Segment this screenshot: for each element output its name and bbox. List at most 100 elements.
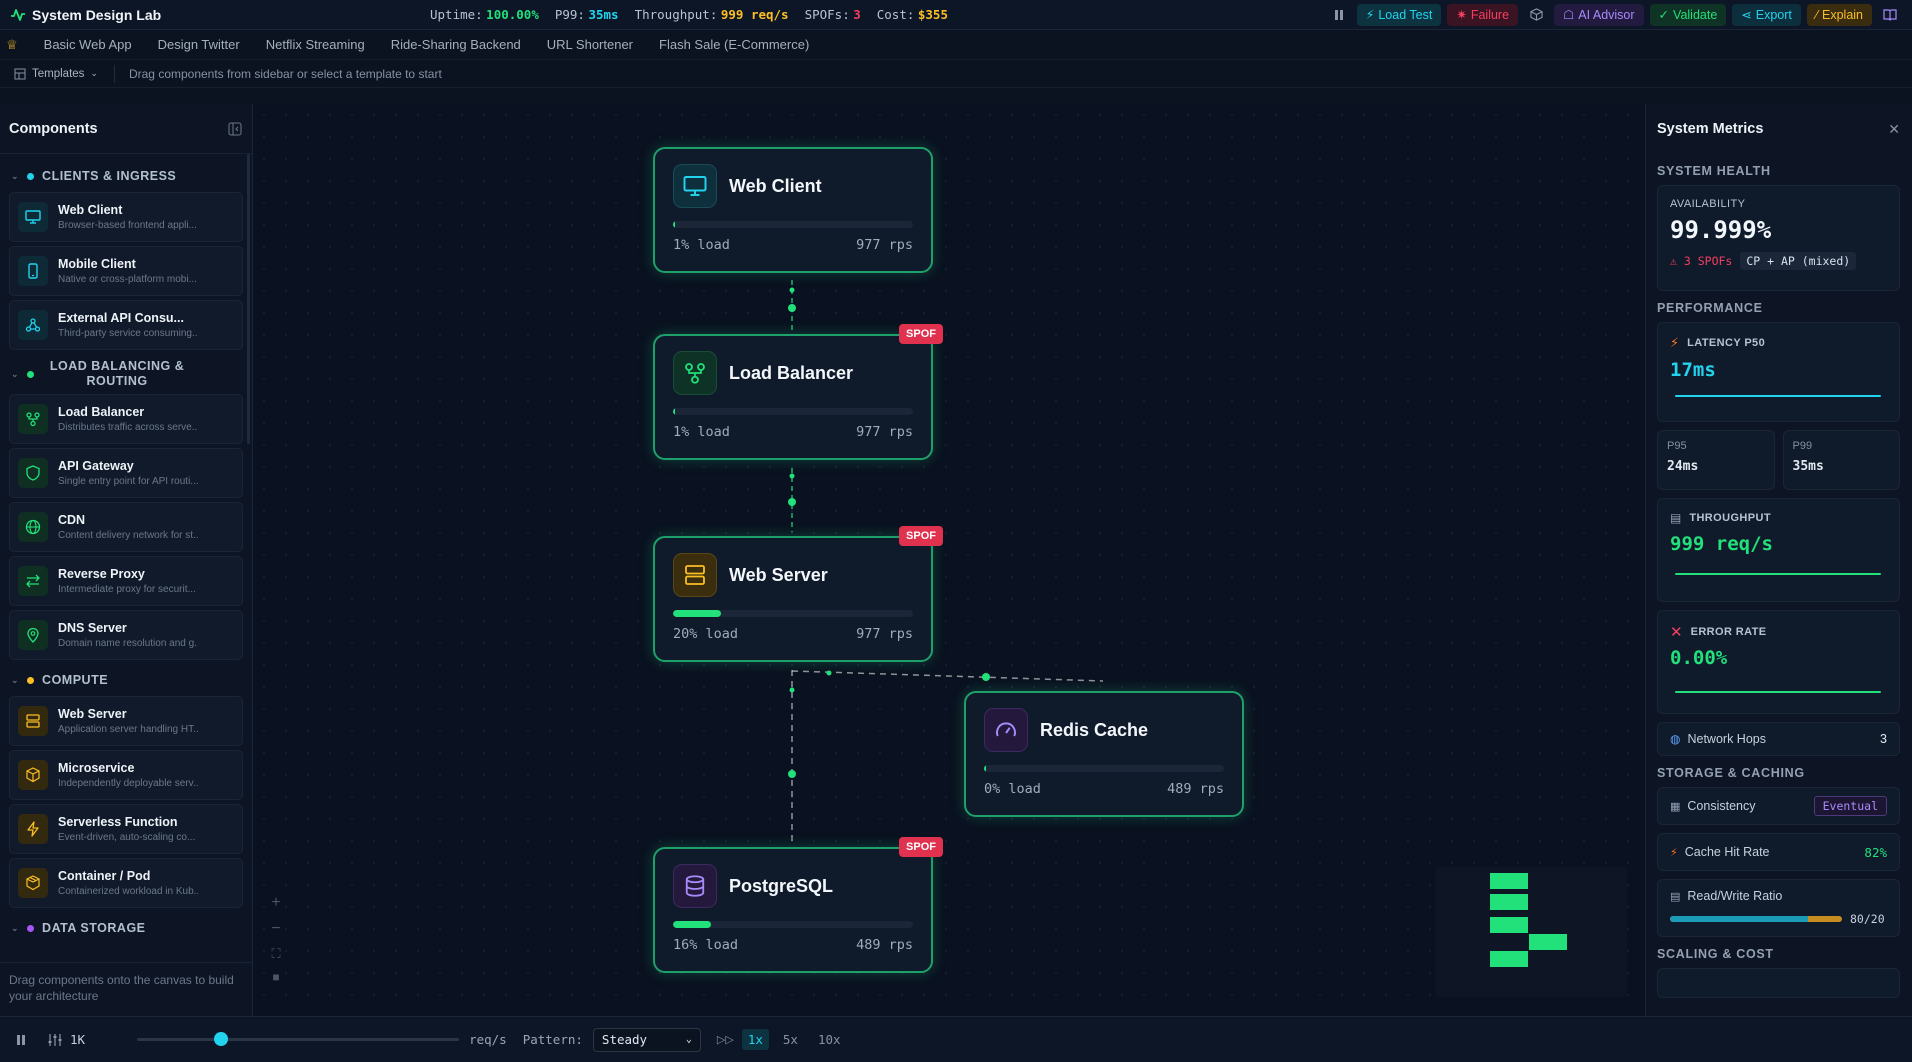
network-icon <box>18 404 48 434</box>
category-clients-ingress[interactable]: ⌄ CLIENTS & INGRESS <box>9 160 243 192</box>
node-title: Load Balancer <box>729 362 854 383</box>
component-microservice[interactable]: Microservice Independently deployable ser… <box>9 750 243 800</box>
zoom-out-button[interactable]: − <box>271 920 280 938</box>
smartphone-icon <box>18 256 48 286</box>
tab-netflix-streaming[interactable]: Netflix Streaming <box>266 37 365 52</box>
node-load-balancer[interactable]: SPOF Load Balancer 1% load 977 rps <box>653 324 943 460</box>
ai-advisor-button[interactable]: ☖ AI Advisor <box>1554 3 1644 26</box>
speed-1x[interactable]: 1x <box>741 1029 769 1050</box>
architecture-canvas[interactable]: Web Client 1% load 977 rps SPOF Load Bala… <box>253 104 1645 1016</box>
throughput-value: 999 req/s <box>1670 533 1773 555</box>
system-metrics-panel: System Metrics ✕ SYSTEM HEALTH AVAILABIL… <box>1645 104 1912 1016</box>
component-serverless-function[interactable]: Serverless Function Event-driven, auto-sc… <box>9 804 243 854</box>
panel-collapse-icon <box>228 122 242 135</box>
edge-port <box>789 287 795 293</box>
tab-basic-web-app[interactable]: Basic Web App <box>44 37 132 52</box>
validate-button[interactable]: ✓ Validate <box>1649 3 1727 26</box>
node-redis-cache[interactable]: Redis Cache 0% load 489 rps <box>964 691 1244 817</box>
package-button[interactable] <box>1524 4 1548 26</box>
chevron-down-icon: ⌄ <box>11 368 20 379</box>
cache-hit-value: 82% <box>1864 844 1887 860</box>
database-icon <box>673 864 717 908</box>
package-icon <box>18 868 48 898</box>
server-icon <box>673 553 717 597</box>
component-web-client[interactable]: Web Client Browser-based frontend appli..… <box>9 192 243 242</box>
component-reverse-proxy[interactable]: Reverse Proxy Intermediate proxy for secu… <box>9 556 243 606</box>
export-button[interactable]: ⋖ Export <box>1732 3 1801 26</box>
consistency-row: ▦ Consistency Eventual <box>1657 787 1900 825</box>
component-web-server[interactable]: Web Server Application server handling HT… <box>9 696 243 746</box>
fast-forward-icon: ▷▷ <box>716 1034 734 1046</box>
read-write-bar <box>1670 916 1842 922</box>
read-share-fill <box>1670 916 1808 922</box>
pause-button[interactable] <box>1327 4 1351 26</box>
component-mobile-client[interactable]: Mobile Client Native or cross-platform mo… <box>9 246 243 296</box>
node-title: Redis Cache <box>1040 719 1149 740</box>
map-pin-icon <box>18 620 48 650</box>
latency-value: 17ms <box>1670 359 1716 381</box>
chevron-down-icon: ⌄ <box>685 1034 692 1045</box>
category-data-storage[interactable]: ⌄ DATA STORAGE <box>9 912 243 944</box>
minimap-node <box>1490 873 1528 889</box>
minimap-node <box>1490 917 1528 933</box>
gauge-icon <box>984 708 1028 752</box>
packet-dot <box>788 498 796 506</box>
templates-dropdown[interactable]: Templates ⌄ <box>14 64 115 83</box>
component-container-pod[interactable]: Container / Pod Containerized workload in… <box>9 858 243 908</box>
speed-5x[interactable]: 5x <box>777 1029 804 1050</box>
x-icon: ✕ <box>1670 624 1683 641</box>
fit-view-button[interactable]: ⛶ <box>271 946 280 962</box>
component-api-gateway[interactable]: API Gateway Single entry point for API ro… <box>9 448 243 498</box>
tab-flash-sale[interactable]: Flash Sale (E-Commerce) <box>659 37 809 52</box>
pause-button[interactable] <box>16 1034 26 1046</box>
tab-design-twitter[interactable]: Design Twitter <box>158 37 240 52</box>
latency-card: ⚡ LATENCY P50 17ms <box>1657 322 1900 422</box>
docs-button[interactable] <box>1878 4 1902 26</box>
p99-card: P99 35ms <box>1782 430 1900 490</box>
layout-icon <box>14 68 26 79</box>
globe-icon <box>18 512 48 542</box>
uptime-stat: Uptime: 100.00% <box>430 7 539 22</box>
explain-button[interactable]: ⁄ Explain <box>1806 3 1872 26</box>
collapse-sidebar-button[interactable] <box>228 122 242 136</box>
minimap[interactable] <box>1435 867 1627 997</box>
latency-label: LATENCY P50 <box>1687 337 1766 349</box>
sidebar-footer-hint: Drag components onto the canvas to build… <box>0 962 252 1016</box>
load-text: 20% load <box>673 626 739 642</box>
spof-badge: SPOF <box>899 324 943 344</box>
throughput-stat: Throughput: 999 req/s <box>634 7 789 22</box>
load-text: 0% load <box>984 781 1041 797</box>
category-compute[interactable]: ⌄ COMPUTE <box>9 664 243 696</box>
top-bar: System Design Lab Uptime: 100.00% P99: 3… <box>0 0 1912 30</box>
tab-url-shortener[interactable]: URL Shortener <box>547 37 633 52</box>
rate-slider[interactable] <box>137 1032 460 1046</box>
node-web-server[interactable]: SPOF Web Server 20% load 977 rps <box>653 526 943 662</box>
failure-button[interactable]: ✷ Failure <box>1447 3 1519 26</box>
rate-readout: 1K <box>48 1032 85 1047</box>
node-web-client[interactable]: Web Client 1% load 977 rps <box>653 147 933 273</box>
pattern-select[interactable]: Steady ⌄ <box>592 1027 701 1052</box>
load-test-button[interactable]: ⚡ Load Test <box>1356 3 1442 26</box>
zoom-in-button[interactable]: + <box>271 894 280 912</box>
speed-10x[interactable]: 10x <box>812 1029 847 1050</box>
node-postgresql[interactable]: SPOF PostgreSQL 16% load 489 rps <box>653 837 943 973</box>
error-rate-value: 0.00% <box>1670 647 1728 669</box>
rate-slider-knob[interactable] <box>213 1032 228 1046</box>
load-bar <box>673 221 913 228</box>
edge-port <box>826 670 832 676</box>
tab-ride-sharing-backend[interactable]: Ride-Sharing Backend <box>391 37 521 52</box>
minimap-node <box>1490 894 1528 910</box>
lock-button[interactable]: ■ <box>272 970 279 984</box>
edge-port <box>789 687 795 693</box>
packet-dot <box>788 770 796 778</box>
category-load-balancing-routing[interactable]: ⌄ LOAD BALANCING & ROUTING <box>9 354 243 394</box>
package-icon <box>1529 8 1543 21</box>
component-external-api[interactable]: External API Consu... Third-party service… <box>9 300 243 350</box>
component-dns-server[interactable]: DNS Server Domain name resolution and g..… <box>9 610 243 660</box>
rps-text: 977 rps <box>856 237 913 253</box>
throughput-label: THROUGHPUT <box>1689 512 1771 524</box>
component-load-balancer[interactable]: Load Balancer Distributes traffic across … <box>9 394 243 444</box>
globe-icon: ◍ <box>1670 732 1681 746</box>
component-cdn[interactable]: CDN Content delivery network for st... <box>9 502 243 552</box>
close-icon[interactable]: ✕ <box>1888 121 1900 138</box>
